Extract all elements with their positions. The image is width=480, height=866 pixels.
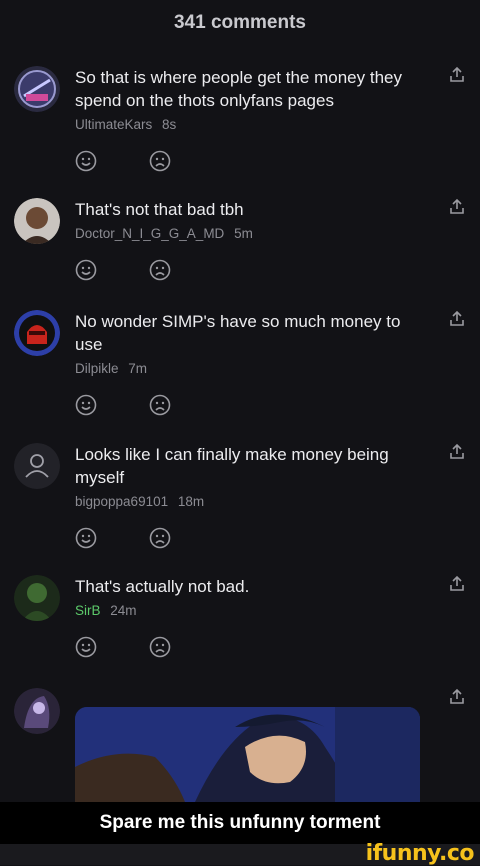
frown-icon[interactable]	[149, 636, 171, 658]
comment-time: 18m	[177, 494, 205, 509]
brand-bar: ifunny.co	[0, 841, 480, 866]
smile-icon[interactable]	[75, 527, 97, 549]
caption-text: Spare me this unfunny torment	[99, 812, 381, 833]
comment-text: No wonder SIMP's have so much money to u…	[75, 312, 401, 354]
share-icon[interactable]	[448, 575, 466, 593]
meme-caption: Spare me this unfunny torment	[0, 802, 480, 844]
share-icon[interactable]	[448, 310, 466, 328]
comment-text: Looks like I can finally make money bein…	[75, 445, 389, 487]
comment-text: That's actually not bad.	[75, 577, 250, 596]
avatar[interactable]	[14, 310, 60, 356]
share-icon[interactable]	[448, 198, 466, 216]
comment-text: That's not that bad tbh	[75, 200, 244, 219]
comment-username[interactable]: bigpoppa69101	[75, 494, 168, 509]
smile-icon[interactable]	[75, 259, 97, 281]
frown-icon[interactable]	[149, 394, 171, 416]
ifunny-watermark: ifunny.co	[365, 841, 475, 866]
frown-icon[interactable]	[149, 259, 171, 281]
avatar[interactable]	[14, 575, 60, 621]
avatar[interactable]	[14, 66, 60, 112]
avatar[interactable]	[14, 443, 60, 489]
avatar[interactable]	[14, 688, 60, 734]
smile-icon[interactable]	[75, 636, 97, 658]
comments-count-title: 341 comments	[173, 12, 306, 33]
share-icon[interactable]	[448, 66, 466, 84]
comment-username[interactable]: SirB	[75, 603, 101, 618]
share-icon[interactable]	[448, 688, 466, 706]
comment-username[interactable]: Dilpikle	[75, 361, 119, 376]
comment-username[interactable]: UltimateKars	[75, 117, 152, 132]
comment-text: So that is where people get the money th…	[75, 68, 402, 110]
comment-media-image[interactable]	[75, 707, 420, 802]
smile-icon[interactable]	[75, 394, 97, 416]
frown-icon[interactable]	[149, 527, 171, 549]
comment-time: 8s	[162, 117, 177, 132]
share-icon[interactable]	[448, 443, 466, 461]
comment-time: 5m	[234, 226, 253, 241]
comment-time: 7m	[128, 361, 148, 376]
avatar[interactable]	[14, 198, 60, 244]
smile-icon[interactable]	[75, 150, 97, 172]
comments-header: 341 comments	[0, 0, 480, 46]
frown-icon[interactable]	[149, 150, 171, 172]
comment-time: 24m	[110, 603, 137, 618]
comment-username[interactable]: Doctor_N_I_G_G_A_MD	[75, 226, 224, 241]
